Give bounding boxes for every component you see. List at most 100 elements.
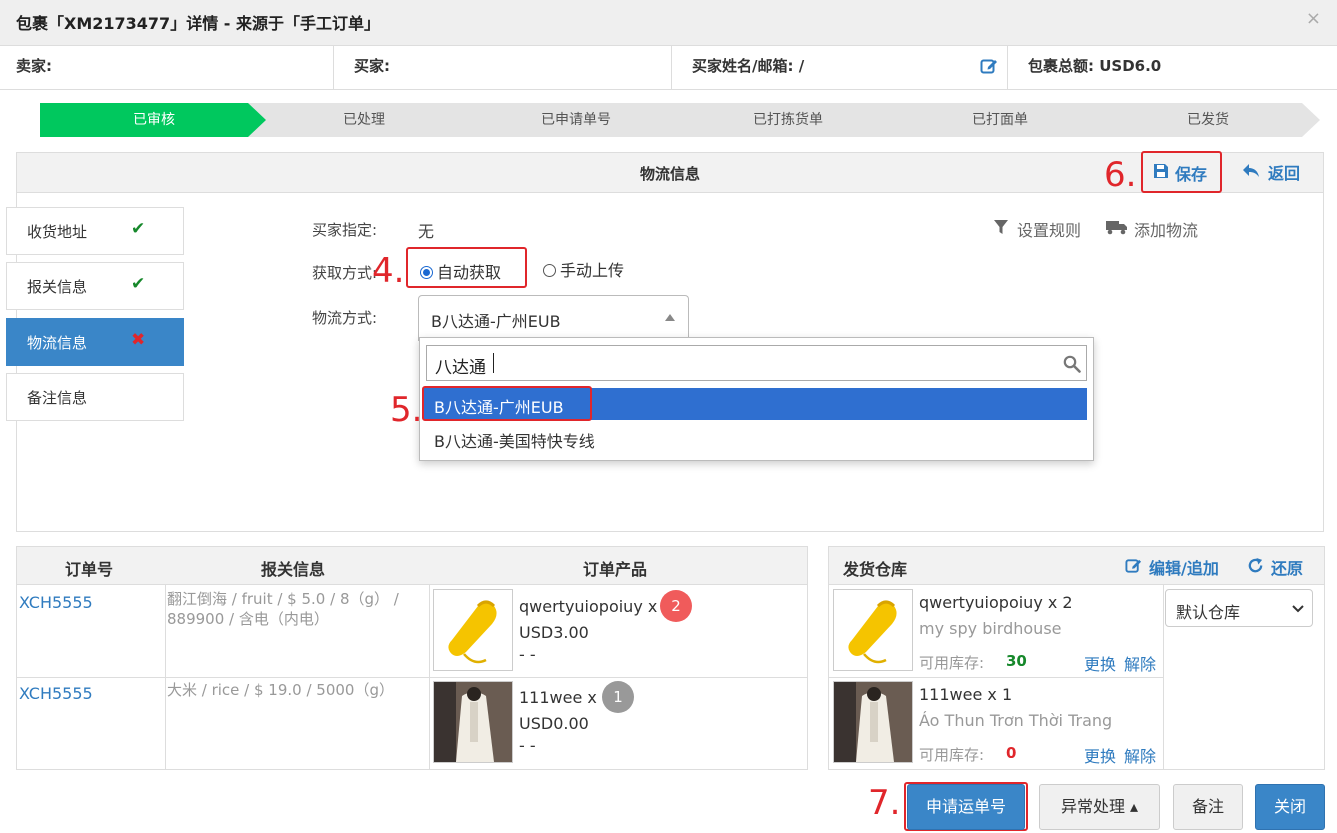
edit-icon[interactable]: [980, 57, 998, 75]
refresh-icon: [1248, 557, 1263, 573]
auto-acquire-option[interactable]: 自动获取: [420, 259, 501, 283]
step-shipped: 已发货: [1096, 103, 1320, 137]
seller-field: 卖家:: [0, 46, 334, 90]
product-thumbnail-toy: [833, 589, 913, 671]
sidenav-notes-info[interactable]: 备注信息: [6, 373, 184, 421]
dropdown-search-input[interactable]: 八达通: [426, 345, 1087, 381]
sidenav-shipping-address[interactable]: 收货地址 ✔: [6, 207, 184, 255]
stock-value: 0: [1006, 744, 1017, 762]
customs-text: 翻江倒海 / fruit / $ 5.0 / 8（g） / 889900 / 含…: [167, 590, 399, 628]
caret-up-icon: [665, 314, 675, 321]
col-order-no: 订单号: [65, 560, 114, 579]
restore-button[interactable]: 还原: [1247, 555, 1317, 578]
edit-append-label: 编辑/追加: [1149, 559, 1219, 578]
save-button[interactable]: 保存: [1141, 151, 1222, 193]
auto-acquire-radio-group[interactable]: 自动获取: [406, 247, 527, 288]
col-customs: 报关信息: [261, 560, 326, 579]
add-logistics-button[interactable]: 添加物流: [1106, 217, 1210, 240]
add-logistics-label: 添加物流: [1134, 221, 1199, 240]
annotation-6: 6.: [1104, 155, 1137, 195]
sidenav-logistics-info[interactable]: 物流信息 ✖: [6, 318, 184, 366]
replace-link[interactable]: 更换: [1084, 651, 1116, 675]
annotation-7: 7.: [868, 783, 901, 823]
step-processed: 已处理: [248, 103, 480, 137]
floppy-disk-icon: [1154, 164, 1168, 178]
annotation-5: 5.: [390, 390, 423, 430]
cross-icon: ✖: [131, 330, 146, 350]
back-label: 返回: [1268, 164, 1301, 183]
warehouse-item-name: 111wee x 1: [919, 685, 1013, 704]
note-button[interactable]: 备注: [1173, 784, 1243, 830]
save-label: 保存: [1175, 165, 1208, 184]
order-number-link[interactable]: XCH5555: [19, 593, 93, 612]
acquire-method-label: 获取方式:: [312, 264, 378, 282]
auto-acquire-label: 自动获取: [437, 263, 502, 282]
shipping-method-label: 物流方式:: [312, 309, 378, 327]
unbind-link[interactable]: 解除: [1124, 743, 1156, 767]
stock-value: 30: [1006, 652, 1027, 670]
coat-photo-icon: [834, 682, 912, 762]
product-price: USD3.00: [519, 623, 589, 642]
order-number-link[interactable]: XCH5555: [19, 684, 93, 703]
check-icon: ✔: [131, 274, 146, 294]
search-icon: [1063, 355, 1081, 373]
col-divider: [1163, 585, 1164, 769]
set-rules-button[interactable]: 设置规则: [994, 217, 1090, 240]
shipping-method-select[interactable]: B八达通-广州EUB: [418, 295, 689, 341]
warehouse-select[interactable]: 默认仓库: [1165, 589, 1313, 627]
unbind-link[interactable]: 解除: [1124, 651, 1156, 675]
buyer-name-email-field: 买家姓名/邮箱: /: [676, 46, 1008, 90]
edit-append-button[interactable]: 编辑/追加: [1125, 555, 1229, 578]
edit-icon: [1125, 559, 1142, 573]
apply-tracking-number-button[interactable]: 申请运单号: [907, 784, 1025, 830]
buyer-field: 买家:: [338, 46, 672, 90]
sidenav-label: 收货地址: [27, 223, 88, 241]
annotation-5-highlight: [422, 386, 592, 421]
warehouse-panel: 发货仓库 编辑/追加 还原 qwertyuiopoiuy x 2 my spy …: [828, 546, 1325, 770]
parcel-total-field: 包裹总额: USD6.0: [1028, 57, 1162, 75]
warehouse-item-subtitle: Áo Thun Trơn Thời Trang: [919, 711, 1113, 730]
close-button[interactable]: 关闭: [1255, 784, 1325, 830]
sidenav-label: 备注信息: [27, 389, 88, 407]
step-reviewed: 已审核: [40, 103, 268, 137]
replace-link[interactable]: 更换: [1084, 743, 1116, 767]
row-divider: [829, 677, 1163, 678]
restore-label: 还原: [1271, 559, 1304, 578]
yellow-toy-icon: [848, 600, 897, 664]
sidenav-customs-info[interactable]: 报关信息 ✔: [6, 262, 184, 310]
quantity-badge: 1: [602, 681, 634, 713]
customs-text: 大米 / rice / $ 19.0 / 5000（g）: [167, 681, 394, 699]
quantity-badge: 2: [660, 590, 692, 622]
sidenav-label: 报关信息: [27, 278, 88, 296]
selected-shipping-method: B八达通-广州EUB: [431, 312, 561, 331]
dropdown-option[interactable]: B八达通-美国特快专线: [424, 422, 1087, 454]
set-rules-label: 设置规则: [1017, 221, 1082, 240]
annotation-4: 4.: [372, 251, 405, 291]
search-input-value: 八达通: [435, 358, 486, 378]
status-steps: 已审核 已处理 已申请单号 已打拣货单 已打面单 已发货: [40, 103, 1320, 137]
product-thumbnail-toy: [433, 589, 513, 671]
filter-icon: [994, 220, 1008, 234]
sidenav-label: 物流信息: [27, 334, 88, 352]
product-name: qwertyuiopoiuy x: [519, 597, 658, 616]
yellow-toy-icon: [448, 600, 497, 664]
manual-upload-option[interactable]: 手动上传: [543, 257, 624, 281]
modal-header: 包裹「XM2173477」详情 - 来源于「手工订单」 ×: [0, 0, 1337, 46]
chevron-down-icon: [1292, 605, 1304, 613]
orders-table-header: 订单号 报关信息 订单产品: [17, 547, 807, 585]
step-label-printed: 已打面单: [884, 103, 1116, 137]
truck-icon: [1106, 221, 1127, 235]
buyer-name-email-text: 买家姓名/邮箱: /: [692, 57, 805, 75]
radio-checked-icon: [420, 266, 433, 279]
back-button[interactable]: 返回: [1242, 160, 1312, 184]
close-icon[interactable]: ×: [1306, 8, 1321, 29]
warehouse-select-value: 默认仓库: [1176, 603, 1241, 622]
product-extra: - -: [519, 736, 536, 755]
exception-handling-button[interactable]: 异常处理 ▴: [1039, 784, 1160, 830]
stock-label: 可用库存:: [919, 746, 985, 764]
warehouse-item-subtitle: my spy birdhouse: [919, 619, 1062, 638]
step-tracking-applied: 已申请单号: [460, 103, 692, 137]
check-icon: ✔: [131, 219, 146, 239]
product-extra: - -: [519, 645, 536, 664]
text-cursor: [493, 353, 494, 373]
